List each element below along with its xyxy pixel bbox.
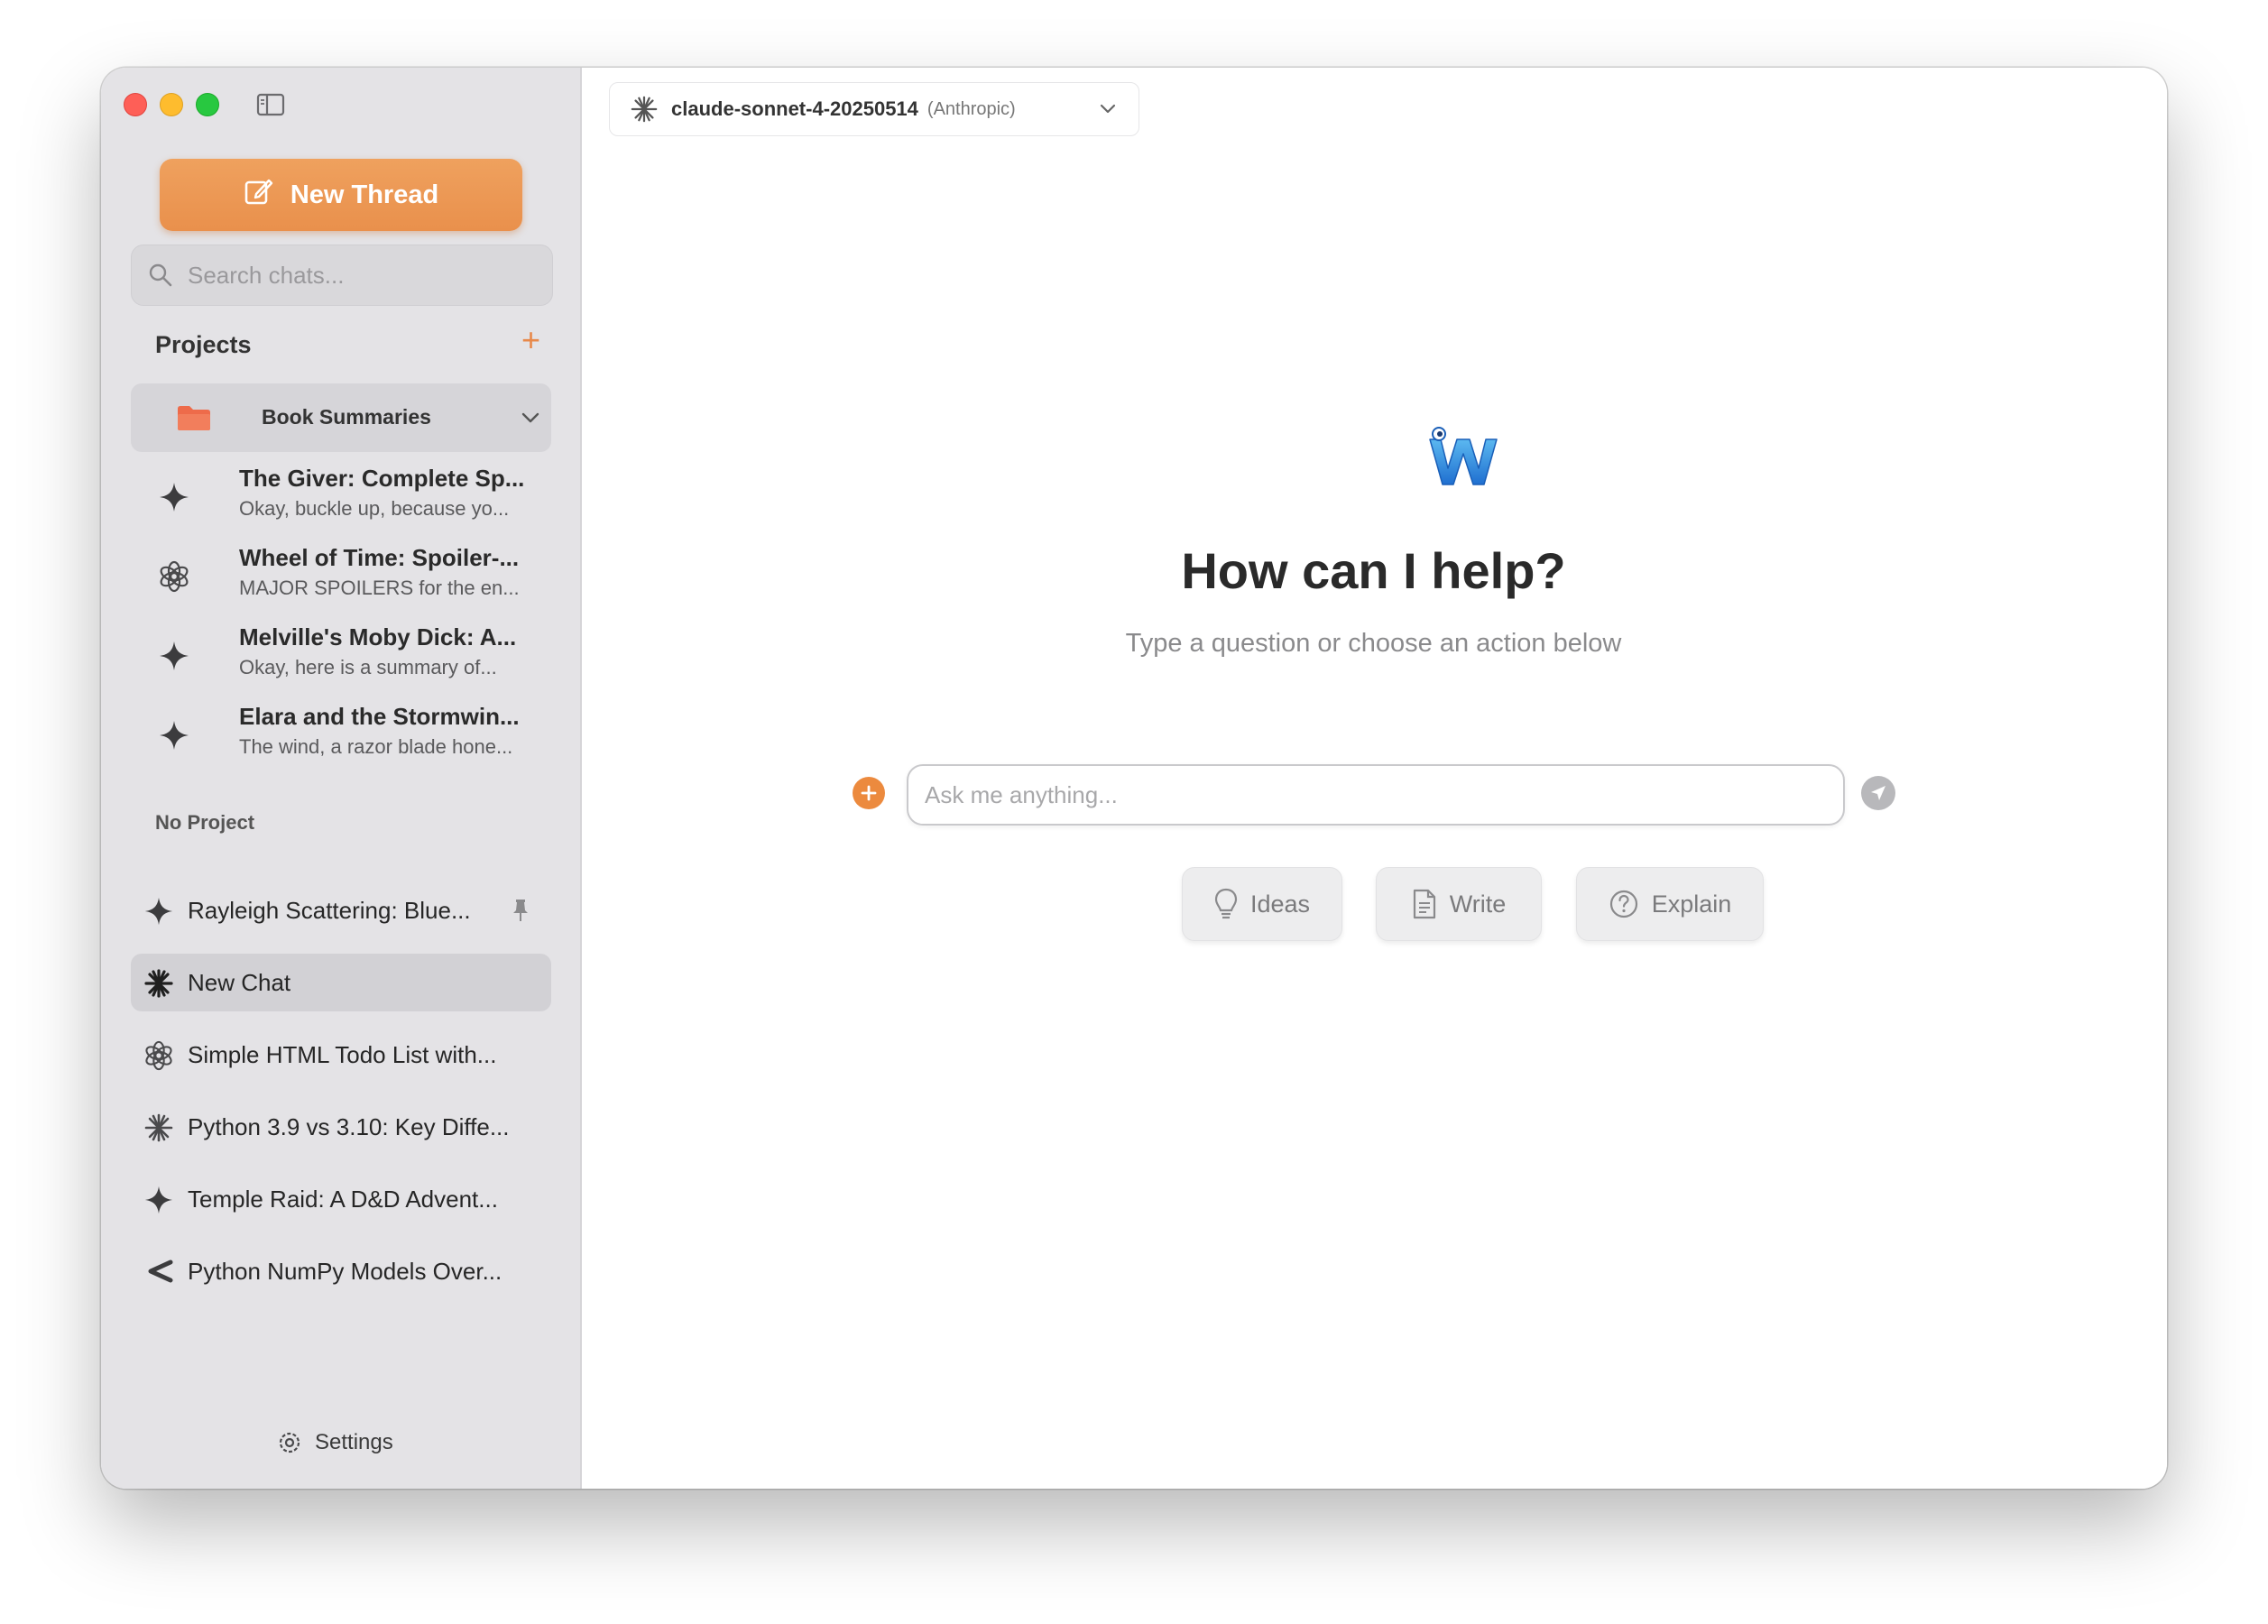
gemini-sparkle-icon — [158, 481, 190, 513]
project-folder-label: Book Summaries — [262, 405, 431, 429]
add-project-button[interactable]: + — [521, 324, 540, 356]
send-icon — [1871, 786, 1885, 800]
folder-icon — [176, 403, 212, 437]
compose-icon — [244, 176, 274, 214]
search-input[interactable] — [186, 260, 532, 291]
close-window-button[interactable] — [124, 93, 147, 116]
project-chat-title: Melville's Moby Dick: A... — [239, 623, 517, 651]
anthropic-asterisk-icon — [143, 1112, 174, 1143]
project-chat-preview: The wind, a razor blade hone... — [239, 735, 513, 758]
model-selector[interactable]: claude-sonnet-4-20250514 (Anthropic) — [609, 82, 1139, 136]
plus-icon — [861, 785, 877, 801]
project-chat-item[interactable]: The Giver: Complete Sp... Okay, buckle u… — [131, 459, 551, 535]
project-chat-title: Wheel of Time: Spoiler-... — [239, 544, 520, 571]
gear-icon — [279, 1432, 300, 1453]
chat-list-item[interactable]: Python 3.9 vs 3.10: Key Diffe... — [131, 1098, 551, 1156]
pin-icon[interactable] — [510, 898, 531, 927]
project-chat-item[interactable]: Melville's Moby Dick: A... Okay, here is… — [131, 618, 551, 694]
minimize-window-button[interactable] — [160, 93, 183, 116]
chat-list-item[interactable]: Simple HTML Todo List with... — [131, 1026, 551, 1084]
sidebar: New Thread Projects + Book Summaries The… — [101, 68, 582, 1489]
new-thread-button[interactable]: New Thread — [160, 159, 522, 231]
document-icon — [1413, 889, 1435, 919]
chat-list-item-label: Rayleigh Scattering: Blue... — [188, 897, 471, 924]
openai-icon — [143, 1040, 174, 1071]
attach-plus-button[interactable] — [853, 777, 885, 809]
project-chat-item[interactable]: Elara and the Stormwin... The wind, a ra… — [131, 697, 551, 773]
chat-list-item[interactable]: New Chat — [131, 954, 551, 1011]
gemini-sparkle-icon — [158, 719, 190, 752]
question-circle-icon — [1609, 890, 1637, 918]
project-chat-preview: Okay, buckle up, because yo... — [239, 497, 510, 520]
project-chat-title: Elara and the Stormwin... — [239, 703, 520, 730]
lightbulb-icon — [1214, 888, 1238, 919]
search-box — [131, 245, 553, 306]
hero-title: How can I help? — [1181, 542, 1566, 599]
sidebar-toggle-icon[interactable] — [256, 93, 285, 116]
new-thread-label: New Thread — [290, 180, 439, 209]
chat-list-item[interactable]: Temple Raid: A D&D Advent... — [131, 1170, 551, 1228]
chat-list-item-label: New Chat — [188, 969, 291, 996]
chevron-down-icon — [1100, 104, 1116, 114]
project-chat-preview: Okay, here is a summary of... — [239, 656, 497, 678]
model-name: claude-sonnet-4-20250514 — [671, 97, 918, 120]
project-chat-preview: MAJOR SPOILERS for the en... — [239, 577, 520, 599]
write-label: Write — [1449, 890, 1507, 918]
ideas-label: Ideas — [1249, 890, 1311, 918]
project-chat-title: The Giver: Complete Sp... — [239, 465, 525, 492]
explain-label: Explain — [1651, 890, 1732, 918]
cohere-icon — [143, 1257, 174, 1287]
zoom-window-button[interactable] — [196, 93, 219, 116]
hero-subtitle: Type a question or choose an action belo… — [1125, 629, 1622, 658]
chat-list-item[interactable]: Python NumPy Models Over... — [131, 1242, 551, 1300]
anthropic-asterisk-icon — [631, 96, 658, 123]
settings-label: Settings — [315, 1430, 393, 1454]
gemini-sparkle-icon — [143, 896, 174, 927]
anthropic-asterisk-icon — [143, 968, 174, 999]
chat-list-item-label: Python 3.9 vs 3.10: Key Diffe... — [188, 1113, 510, 1140]
gemini-sparkle-icon — [158, 640, 190, 672]
main-panel: claude-sonnet-4-20250514 (Anthropic) How… — [582, 68, 2167, 1489]
message-input-box — [907, 764, 1845, 826]
explain-button[interactable]: Explain — [1576, 867, 1764, 941]
chat-list-item-label: Simple HTML Todo List with... — [188, 1041, 497, 1068]
gemini-sparkle-icon — [143, 1185, 174, 1215]
settings-button[interactable]: Settings — [277, 1430, 393, 1455]
app-logo-icon — [1423, 420, 1504, 505]
chat-list-item[interactable]: Rayleigh Scattering: Blue... — [131, 881, 551, 939]
app-window: New Thread Projects + Book Summaries The… — [101, 68, 2167, 1489]
message-input[interactable] — [923, 780, 1820, 810]
project-folder-book-summaries[interactable]: Book Summaries — [131, 383, 551, 452]
model-provider: (Anthropic) — [927, 98, 1016, 119]
chat-list-item-label: Python NumPy Models Over... — [188, 1258, 502, 1285]
ideas-button[interactable]: Ideas — [1182, 867, 1342, 941]
chat-list-item-label: Temple Raid: A D&D Advent... — [188, 1186, 498, 1213]
projects-heading: Projects — [155, 331, 252, 358]
openai-icon — [158, 560, 190, 593]
no-project-heading: No Project — [155, 811, 255, 834]
search-icon — [149, 263, 172, 287]
write-button[interactable]: Write — [1376, 867, 1542, 941]
project-chat-item[interactable]: Wheel of Time: Spoiler-... MAJOR SPOILER… — [131, 539, 551, 614]
send-button[interactable] — [1861, 776, 1895, 810]
chevron-down-icon[interactable] — [521, 411, 540, 429]
